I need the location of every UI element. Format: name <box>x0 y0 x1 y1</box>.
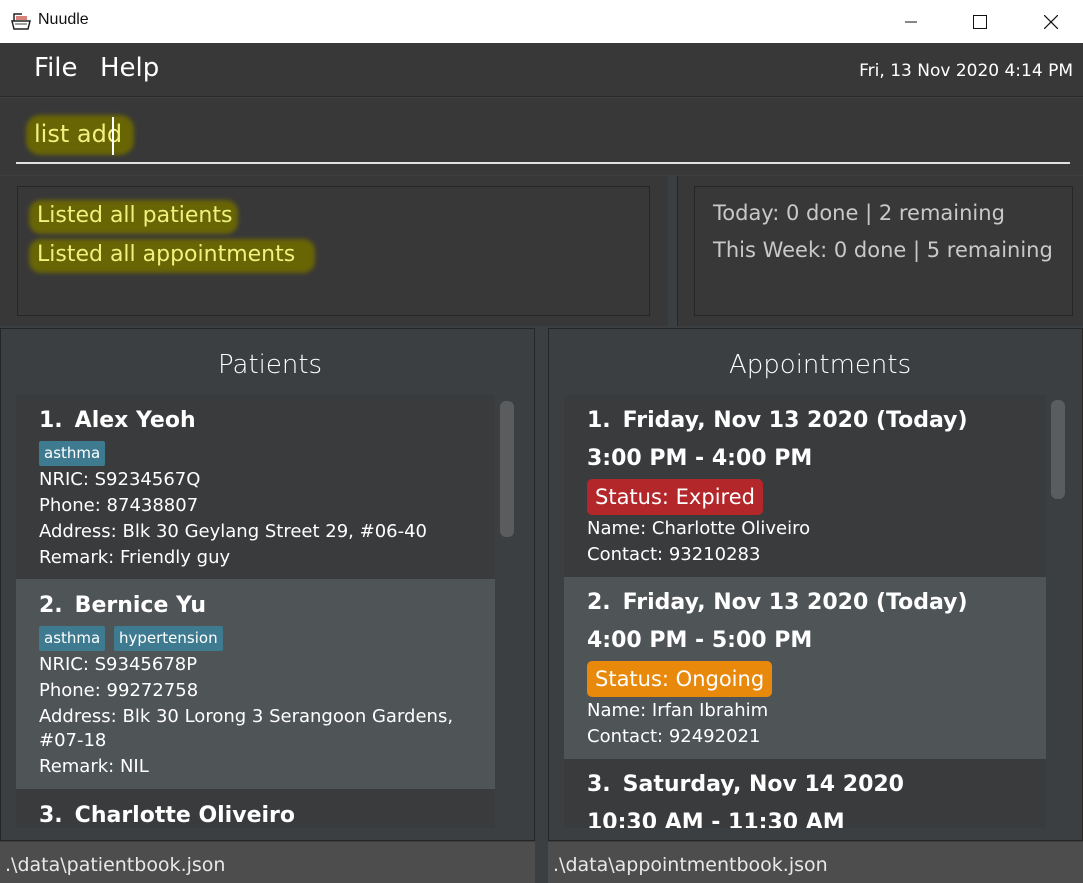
appointment-contact: Contact: 93210283 <box>587 544 761 565</box>
patient-nric: NRIC: S9345678P <box>39 654 198 675</box>
patient-card[interactable]: 3. Charlotte Oliveiro <box>16 789 495 828</box>
patient-card[interactable]: 1. Alex Yeoh asthma NRIC: S9234567Q Phone… <box>16 395 495 579</box>
appointments-title: Appointments <box>729 350 912 380</box>
appointment-contact: Contact: 92492021 <box>587 726 761 747</box>
patient-index: 2. <box>39 593 63 618</box>
result-line: Listed all patients <box>37 203 233 228</box>
status-badge: Status: Expired <box>587 479 763 515</box>
appointment-card[interactable]: 3. Saturday, Nov 14 2020 10:30 AM - 11:30… <box>564 759 1046 828</box>
appointment-date: 3. Saturday, Nov 14 2020 <box>587 772 904 797</box>
patient-index: 1. <box>39 408 63 433</box>
appointment-patient-name: Name: Charlotte Oliveiro <box>587 518 811 539</box>
command-underline <box>16 162 1070 164</box>
appointment-time: 10:30 AM - 11:30 AM <box>587 810 845 828</box>
patient-remark: Remark: Friendly guy <box>39 547 231 568</box>
minimize-icon <box>905 21 917 22</box>
appointment-date-text: Saturday, Nov 14 2020 <box>622 772 904 797</box>
appointment-index: 3. <box>587 772 611 797</box>
appointment-time: 3:00 PM - 4:00 PM <box>587 446 813 471</box>
tag-badge: hypertension <box>114 626 223 651</box>
current-datetime: Fri, 13 Nov 2020 4:14 PM <box>859 61 1073 81</box>
appointments-file-path: .\data\appointmentbook.json <box>553 854 828 876</box>
result-line: Listed all appointments <box>37 242 296 267</box>
maximize-button[interactable] <box>957 0 1003 43</box>
appointment-date-text: Friday, Nov 13 2020 (Today) <box>622 408 968 433</box>
status-badge: Status: Ongoing <box>587 661 773 697</box>
appointment-card[interactable]: 2. Friday, Nov 13 2020 (Today) 4:00 PM - … <box>564 577 1046 759</box>
patient-card[interactable]: 2. Bernice Yu asthma hypertension NRIC: S… <box>16 579 495 789</box>
app-icon <box>11 13 31 30</box>
patient-remark: Remark: NIL <box>39 756 149 777</box>
title-bar: Nuudle <box>0 0 1083 43</box>
patient-phone: Phone: 87438807 <box>39 495 199 516</box>
patients-file-path: .\data\patientbook.json <box>5 854 226 876</box>
appointment-date: 2. Friday, Nov 13 2020 (Today) <box>587 590 968 615</box>
menu-bar: File Help Fri, 13 Nov 2020 4:14 PM <box>0 43 1083 97</box>
appointment-index: 2. <box>587 590 611 615</box>
patient-address: Address: Blk 30 Geylang Street 29, #06-4… <box>39 521 428 542</box>
appointment-patient-name: Name: Irfan Ibrahim <box>587 700 769 721</box>
tag-badge: asthma <box>39 626 106 651</box>
patient-list[interactable]: 1. Alex Yeoh asthma NRIC: S9234567Q Phone… <box>16 395 495 828</box>
stats-week: This Week: 0 done | 5 remaining <box>713 238 1053 262</box>
patients-scrollbar[interactable] <box>500 401 514 537</box>
close-button[interactable] <box>1028 0 1074 43</box>
minimize-button[interactable] <box>888 0 934 43</box>
patient-name: 2. Bernice Yu <box>39 593 206 618</box>
patient-nric: NRIC: S9234567Q <box>39 469 201 490</box>
patient-name-text: Bernice Yu <box>74 593 207 618</box>
close-icon <box>1044 14 1058 29</box>
text-caret <box>112 117 114 155</box>
menu-file[interactable]: File <box>34 53 78 83</box>
appointment-card[interactable]: 1. Friday, Nov 13 2020 (Today) 3:00 PM - … <box>564 395 1046 577</box>
appointment-time: 4:00 PM - 5:00 PM <box>587 628 813 653</box>
patient-name: 1. Alex Yeoh <box>39 408 196 433</box>
patients-title: Patients <box>218 350 323 380</box>
patient-address: Address: Blk 30 Lorong 3 Serangoon Garde… <box>39 706 454 727</box>
appointment-index: 1. <box>587 408 611 433</box>
patient-name-text: Alex Yeoh <box>74 408 196 433</box>
menu-help[interactable]: Help <box>100 53 159 83</box>
patient-address-line2: #07-18 <box>39 730 107 751</box>
tag-badge: asthma <box>39 441 106 466</box>
patient-index: 3. <box>39 803 63 828</box>
patient-phone: Phone: 99272758 <box>39 680 199 701</box>
patient-name: 3. Charlotte Oliveiro <box>39 803 295 828</box>
patient-name-text: Charlotte Oliveiro <box>74 803 295 828</box>
appointments-scrollbar[interactable] <box>1051 400 1065 499</box>
command-input[interactable] <box>34 120 934 148</box>
appointment-date-text: Friday, Nov 13 2020 (Today) <box>622 590 968 615</box>
appointment-list[interactable]: 1. Friday, Nov 13 2020 (Today) 3:00 PM - … <box>564 395 1046 828</box>
stats-today: Today: 0 done | 2 remaining <box>713 201 1005 225</box>
appointment-date: 1. Friday, Nov 13 2020 (Today) <box>587 408 968 433</box>
window-title: Nuudle <box>38 11 89 28</box>
maximize-icon <box>973 14 987 29</box>
